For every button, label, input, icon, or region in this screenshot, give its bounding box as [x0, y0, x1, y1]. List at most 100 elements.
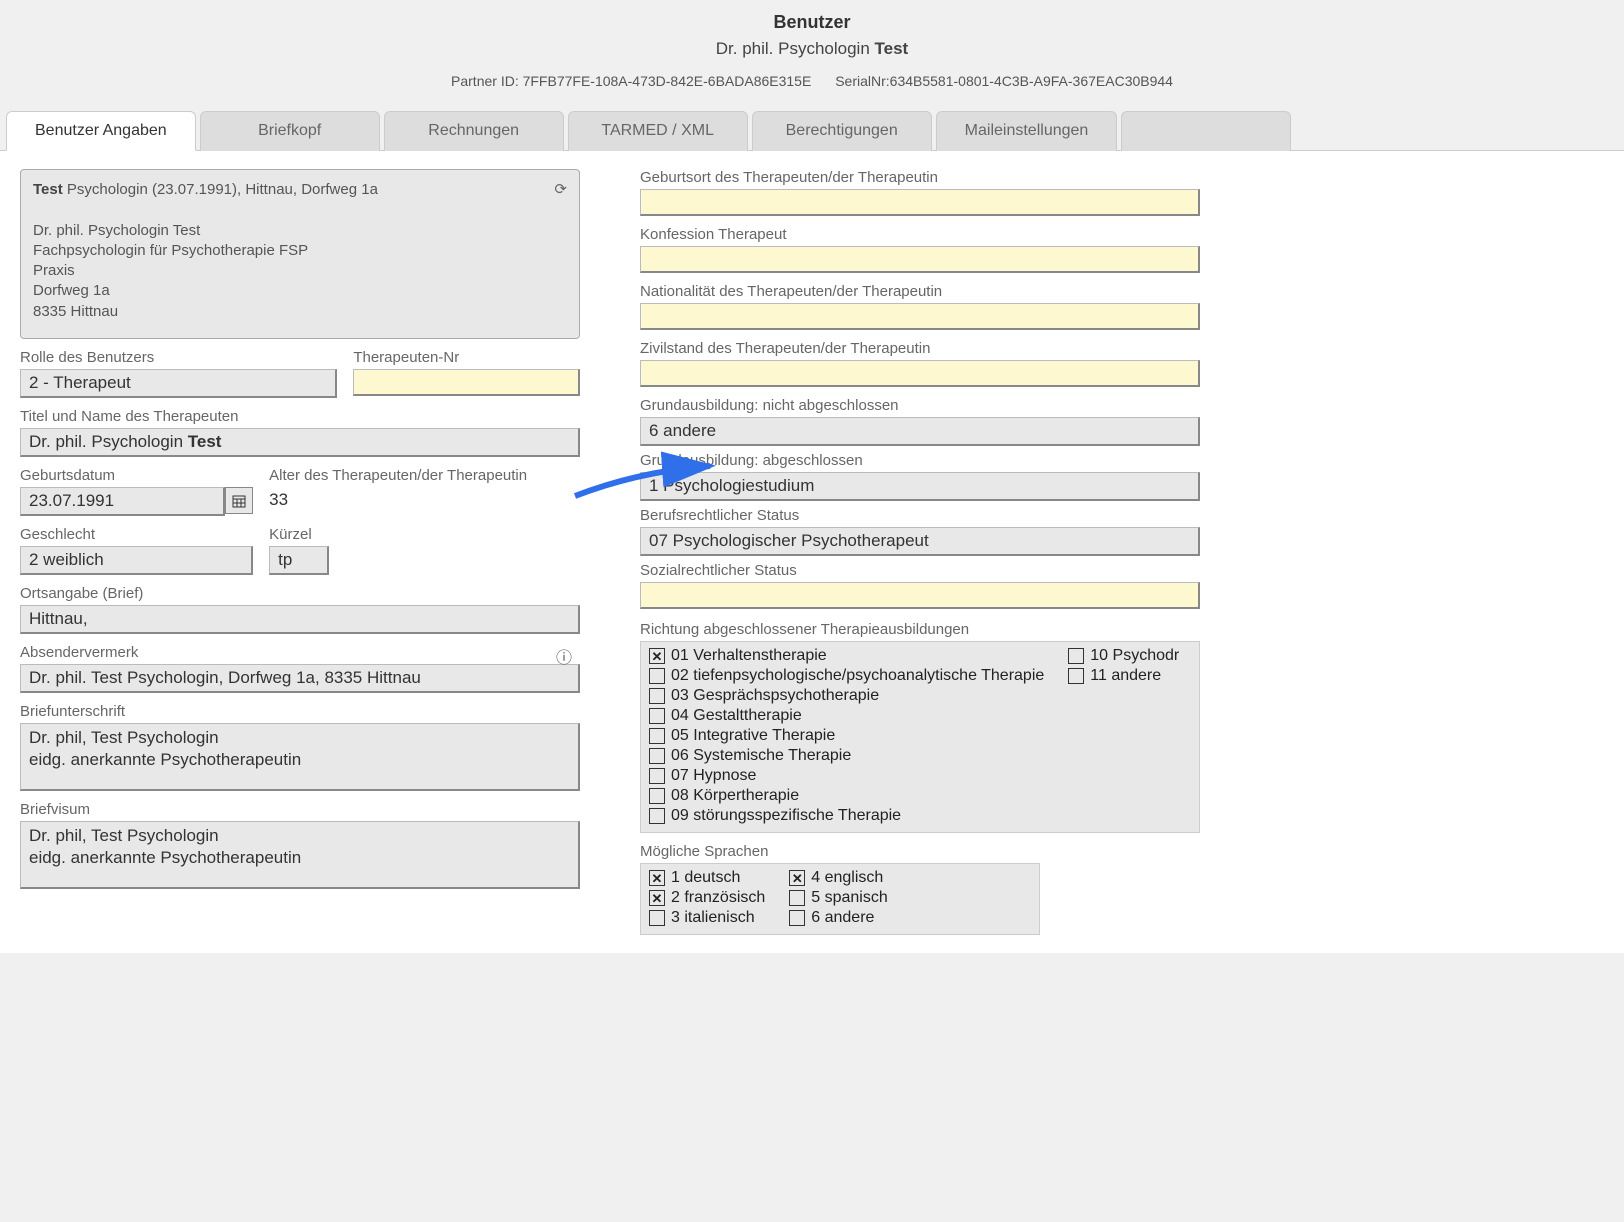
konfession-input[interactable] [640, 246, 1200, 273]
sprache-label: 4 englisch [811, 869, 883, 887]
checkbox-icon[interactable] [789, 890, 805, 906]
absender-input[interactable]: Dr. phil. Test Psychologin, Dorfweg 1a, … [20, 664, 580, 693]
therapie-item[interactable]: 10 Psychodr [1068, 646, 1179, 666]
therapie-item[interactable]: 06 Systemische Therapie [649, 746, 1044, 766]
page-title: Benutzer [0, 12, 1624, 33]
sozialrecht-input[interactable] [640, 582, 1200, 609]
checkbox-icon[interactable] [789, 910, 805, 926]
grund-ab-select[interactable]: 1 Psychologiestudium [640, 472, 1200, 501]
therapie-label: 04 Gestalttherapie [671, 707, 802, 725]
label-sprachen: Mögliche Sprachen [640, 843, 1200, 860]
label-grund-ab: Grundausbildung: abgeschlossen [640, 452, 1200, 469]
label-grund-nicht: Grundausbildung: nicht abgeschlossen [640, 397, 1200, 414]
partner-id: Partner ID: 7FFB77FE-108A-473D-842E-6BAD… [451, 73, 811, 89]
label-geburtsort: Geburtsort des Therapeuten/der Therapeut… [640, 169, 1200, 186]
geburtsort-input[interactable] [640, 189, 1200, 216]
therapie-label: 07 Hypnose [671, 767, 756, 785]
tab-rechnungen[interactable]: Rechnungen [384, 111, 564, 151]
kuerzel-input[interactable]: tp [269, 546, 329, 575]
therapie-item[interactable]: 02 tiefenpsychologische/psychoanalytisch… [649, 666, 1044, 686]
therapie-item[interactable]: 09 störungsspezifische Therapie [649, 806, 1044, 826]
checkbox-icon[interactable] [649, 748, 665, 764]
ortsangabe-input[interactable]: Hittnau, [20, 605, 580, 634]
therapie-label: 03 Gesprächspsychotherapie [671, 687, 879, 705]
zivilstand-input[interactable] [640, 360, 1200, 387]
therapie-item[interactable]: 05 Integrative Therapie [649, 726, 1044, 746]
checkbox-icon[interactable] [649, 768, 665, 784]
checkbox-icon[interactable] [789, 870, 805, 886]
geburtsdatum-input[interactable]: 23.07.1991 [20, 487, 225, 516]
checkbox-icon[interactable] [649, 910, 665, 926]
label-konfession: Konfession Therapeut [640, 226, 1200, 243]
titel-name-display[interactable]: Dr. phil. Psychologin Test [20, 428, 580, 457]
label-ortsangabe: Ortsangabe (Brief) [20, 585, 580, 602]
label-unterschrift: Briefunterschrift [20, 703, 580, 720]
label-sozialrecht: Sozialrechtlicher Status [640, 562, 1200, 579]
sprache-item[interactable]: 5 spanisch [789, 888, 888, 908]
checkbox-icon[interactable] [649, 648, 665, 664]
info-icon[interactable]: ⓘ [556, 644, 572, 668]
therapie-label: 06 Systemische Therapie [671, 747, 851, 765]
therapie-item[interactable]: 03 Gesprächspsychotherapie [649, 686, 1044, 706]
tab-tarmed-xml[interactable]: TARMED / XML [568, 111, 748, 151]
therapie-label: 09 störungsspezifische Therapie [671, 807, 901, 825]
checkbox-icon[interactable] [649, 808, 665, 824]
sprachen-checkbox-group: 1 deutsch2 französisch 3 italienisch 4 en… [640, 863, 1040, 935]
sprache-label: 3 italienisch [671, 909, 755, 927]
tab-maileinstellungen[interactable]: Maileinstellungen [936, 111, 1118, 151]
therapie-label: 01 Verhaltenstherapie [671, 647, 827, 665]
tab-bar: Benutzer Angaben Briefkopf Rechnungen TA… [0, 111, 1624, 151]
therapie-item[interactable]: 08 Körpertherapie [649, 786, 1044, 806]
checkbox-icon[interactable] [649, 788, 665, 804]
label-geburtsdatum: Geburtsdatum [20, 467, 253, 484]
tab-berechtigungen[interactable]: Berechtigungen [752, 111, 932, 151]
sprache-item[interactable]: 4 englisch [789, 868, 888, 888]
therapie-item[interactable]: 01 Verhaltenstherapie [649, 646, 1044, 666]
label-geschlecht: Geschlecht [20, 526, 253, 543]
checkbox-icon[interactable] [649, 688, 665, 704]
therapie-checkbox-group: 01 Verhaltenstherapie02 tiefenpsychologi… [640, 641, 1200, 833]
therapeut-nr-input[interactable] [353, 369, 580, 396]
therapie-label: 05 Integrative Therapie [671, 727, 835, 745]
tab-benutzer-angaben[interactable]: Benutzer Angaben [6, 111, 196, 151]
therapie-label: 10 Psychodr [1090, 647, 1179, 665]
nationalitaet-input[interactable] [640, 303, 1200, 330]
checkbox-icon[interactable] [649, 728, 665, 744]
rolle-select[interactable]: 2 - Therapeut [20, 369, 337, 398]
sprache-item[interactable]: 3 italienisch [649, 908, 765, 928]
label-alter: Alter des Therapeuten/der Therapeutin [269, 467, 580, 484]
berufsrecht-select[interactable]: 07 Psychologischer Psychotherapeut [640, 527, 1200, 556]
page-subtitle: Dr. phil. Psychologin Test [0, 39, 1624, 59]
tab-empty[interactable] [1121, 111, 1291, 151]
checkbox-icon[interactable] [649, 668, 665, 684]
checkbox-icon[interactable] [1068, 668, 1084, 684]
header-ids: Partner ID: 7FFB77FE-108A-473D-842E-6BAD… [0, 73, 1624, 89]
label-berufsrecht: Berufsrechtlicher Status [640, 507, 1200, 524]
therapie-item[interactable]: 07 Hypnose [649, 766, 1044, 786]
therapie-label: 08 Körpertherapie [671, 787, 799, 805]
sprache-item[interactable]: 2 französisch [649, 888, 765, 908]
sprache-label: 5 spanisch [811, 889, 888, 907]
checkbox-icon[interactable] [1068, 648, 1084, 664]
tab-briefkopf[interactable]: Briefkopf [200, 111, 380, 151]
therapie-item[interactable]: 04 Gestalttherapie [649, 706, 1044, 726]
unterschrift-textarea[interactable]: Dr. phil, Test Psychologin eidg. anerkan… [20, 723, 580, 791]
therapie-item[interactable]: 11 andere [1068, 666, 1179, 686]
alter-value: 33 [269, 487, 580, 513]
refresh-icon[interactable]: ⟳ [554, 180, 567, 200]
geschlecht-select[interactable]: 2 weiblich [20, 546, 253, 575]
therapie-label: 11 andere [1090, 667, 1161, 685]
sprache-item[interactable]: 6 andere [789, 908, 888, 928]
visum-textarea[interactable]: Dr. phil, Test Psychologin eidg. anerkan… [20, 821, 580, 889]
serial-nr: SerialNr:634B5581-0801-4C3B-A9FA-367EAC3… [835, 73, 1173, 89]
sprache-label: 2 französisch [671, 889, 765, 907]
checkbox-icon[interactable] [649, 890, 665, 906]
checkbox-icon[interactable] [649, 708, 665, 724]
sprache-label: 6 andere [811, 909, 874, 927]
grund-nicht-select[interactable]: 6 andere [640, 417, 1200, 446]
checkbox-icon[interactable] [649, 870, 665, 886]
calendar-icon[interactable] [225, 487, 253, 514]
label-kuerzel: Kürzel [269, 526, 580, 543]
sprache-item[interactable]: 1 deutsch [649, 868, 765, 888]
label-visum: Briefvisum [20, 801, 580, 818]
